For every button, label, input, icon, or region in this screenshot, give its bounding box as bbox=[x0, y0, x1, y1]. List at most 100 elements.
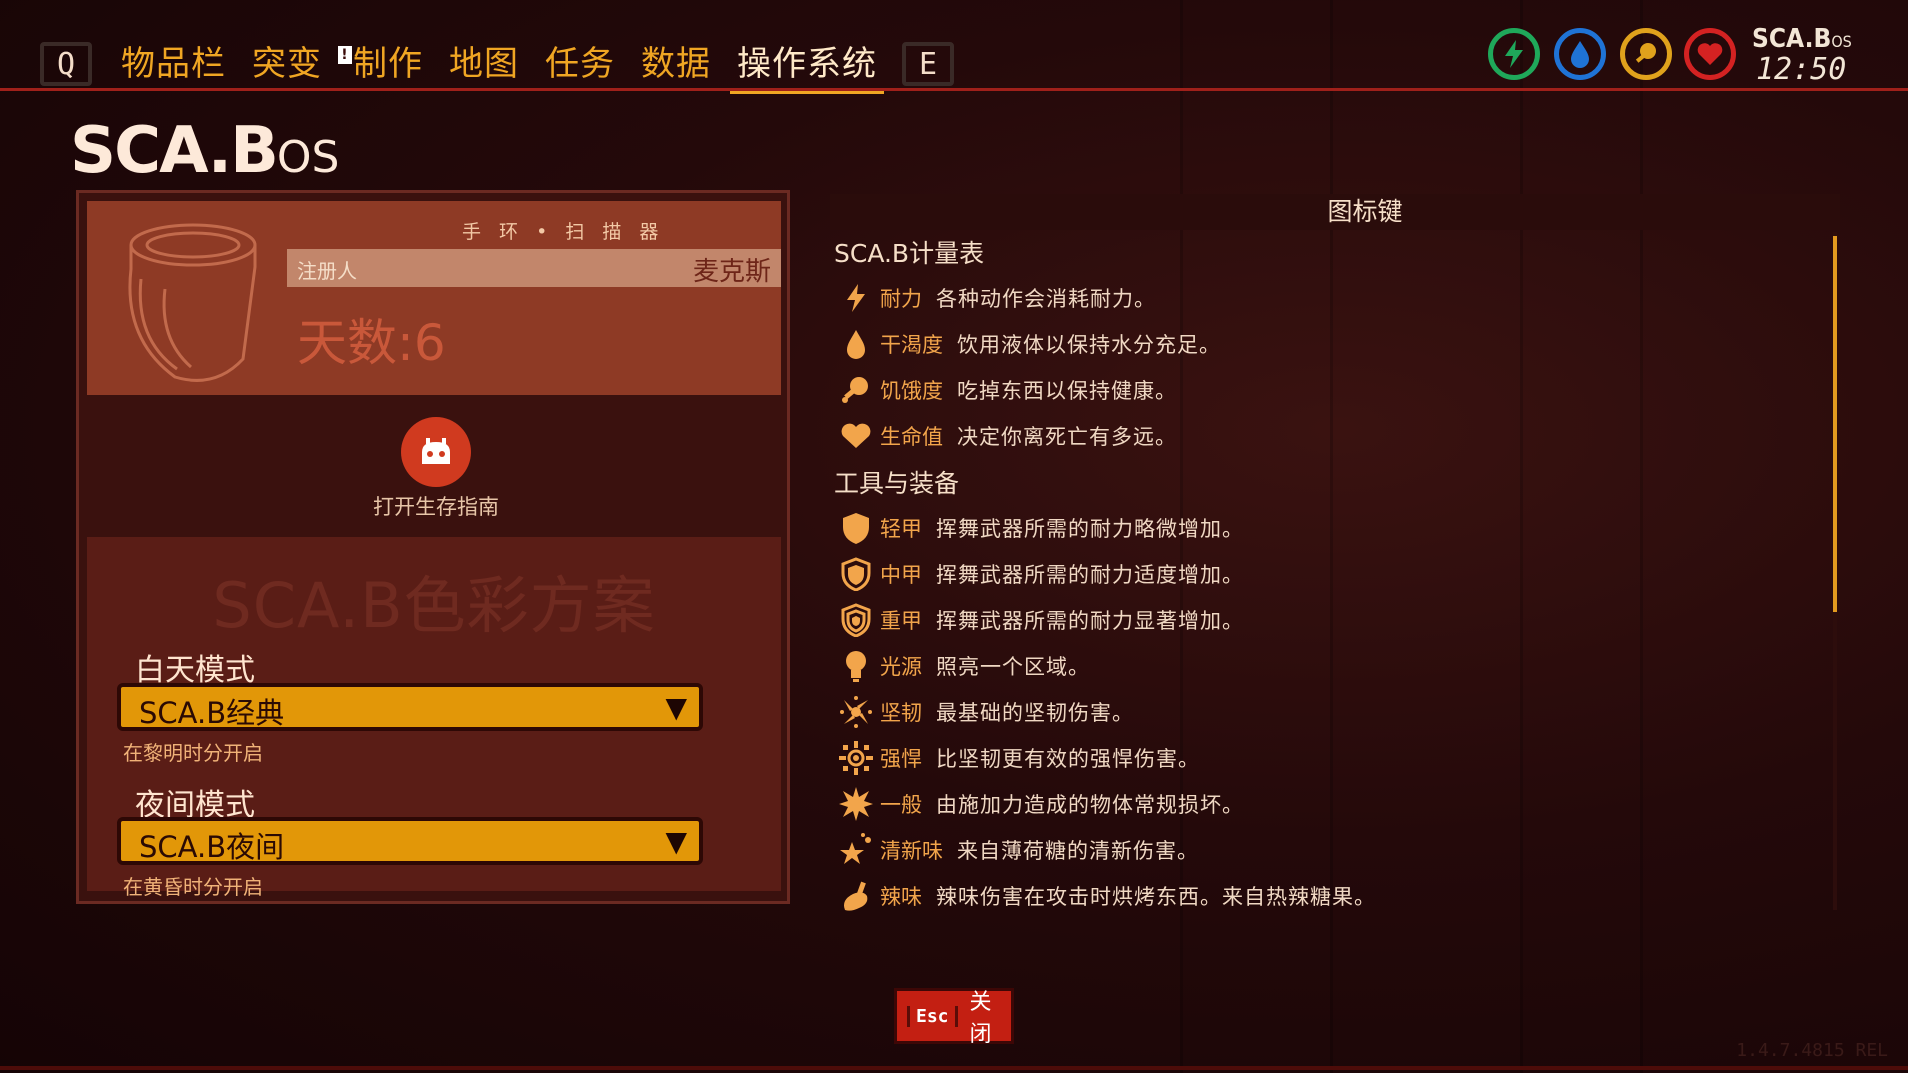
legend-title: 图标键 bbox=[1327, 197, 1403, 226]
light-armor-icon bbox=[836, 508, 876, 548]
legend-row: 坚韧 最基础的坚韧伤害。 bbox=[836, 692, 1134, 732]
device-panel: 手 环 • 扫 描 器 注册人 麦克斯 天数:6 打开生存指南 SCA.B色彩方… bbox=[76, 190, 790, 904]
legend-row: 耐力 各种动作会消耗耐力。 bbox=[836, 278, 1156, 318]
section-meters: SCA.B计量表 bbox=[834, 239, 985, 268]
esc-key: Esc bbox=[907, 1005, 958, 1027]
light-source-icon bbox=[836, 646, 876, 686]
legend-row: 辣味 辣味伤害在攻击时烘烤东西。来自热辣糖果。 bbox=[836, 876, 1376, 916]
legend-term: 清新味 bbox=[880, 839, 943, 863]
tab-mutations[interactable]: 突变 bbox=[239, 40, 335, 90]
legend-row: 干渴度 饮用液体以保持水分充足。 bbox=[836, 324, 1221, 364]
legend-row: 清新味 来自薄荷糖的清新伤害。 bbox=[836, 830, 1199, 870]
legend-desc: 挥舞武器所需的耐力适度增加。 bbox=[936, 563, 1244, 587]
legend-header: 图标键 bbox=[830, 194, 1840, 230]
health-icon bbox=[1684, 28, 1736, 80]
night-mode-value: SCA.B夜间 bbox=[139, 830, 285, 864]
legend-desc: 挥舞武器所需的耐力显著增加。 bbox=[936, 609, 1244, 633]
day-mode-value: SCA.B经典 bbox=[139, 696, 285, 730]
close-button[interactable]: Esc 关闭 bbox=[894, 988, 1014, 1047]
tab-os[interactable]: 操作系统 bbox=[724, 40, 890, 94]
day-mode-hint: 在黎明时分开启 bbox=[123, 741, 263, 765]
legend-desc: 决定你离死亡有多远。 bbox=[957, 425, 1177, 449]
legend-desc: 照亮一个区域。 bbox=[936, 655, 1090, 679]
thirst-icon bbox=[1554, 28, 1606, 80]
tab-quests[interactable]: 任务 bbox=[532, 40, 628, 90]
legend-term: 生命值 bbox=[880, 425, 943, 449]
chevron-down-icon: ▼ bbox=[665, 691, 687, 724]
night-mode-hint: 在黄昏时分开启 bbox=[123, 875, 263, 899]
alert-badge: ! bbox=[338, 46, 352, 64]
close-label: 关闭 bbox=[969, 990, 992, 1047]
tab-crafting[interactable]: ! 制作 bbox=[335, 40, 436, 90]
legend-row: 强悍 比坚韧更有效的强悍伤害。 bbox=[836, 738, 1200, 778]
legend-term: 饥饿度 bbox=[880, 379, 943, 403]
top-divider bbox=[0, 88, 1908, 91]
bracelet-card: 手 环 • 扫 描 器 注册人 麦克斯 天数:6 bbox=[87, 201, 781, 395]
scroll-thumb[interactable] bbox=[1833, 236, 1837, 612]
color-scheme-card: SCA.B色彩方案 白天模式 SCA.B经典 ▼ 在黎明时分开启 夜间模式 SC… bbox=[87, 537, 781, 899]
night-mode-dropdown[interactable]: SCA.B夜间 ▼ bbox=[117, 817, 703, 865]
bottom-divider bbox=[0, 1066, 1908, 1070]
os-logo: SCA.BOS bbox=[1752, 24, 1852, 54]
legend-row: 轻甲 挥舞武器所需的耐力略微增加。 bbox=[836, 508, 1244, 548]
legend-term: 坚韧 bbox=[880, 701, 922, 725]
legend-desc: 最基础的坚韧伤害。 bbox=[936, 701, 1134, 725]
survival-guide-label[interactable]: 打开生存指南 bbox=[79, 491, 793, 521]
stamina-icon bbox=[1488, 28, 1540, 80]
tab-data[interactable]: 数据 bbox=[628, 40, 724, 90]
legend-row: 光源 照亮一个区域。 bbox=[836, 646, 1090, 686]
legend-desc: 比坚韧更有效的强悍伤害。 bbox=[936, 747, 1200, 771]
legend-row: 生命值 决定你离死亡有多远。 bbox=[836, 416, 1177, 456]
legend-term: 重甲 bbox=[880, 609, 922, 633]
tab-map[interactable]: 地图 bbox=[436, 40, 532, 90]
prev-tab-key[interactable]: Q bbox=[40, 42, 92, 86]
legend-term: 耐力 bbox=[880, 287, 922, 311]
legend-desc: 吃掉东西以保持健康。 bbox=[957, 379, 1177, 403]
guide-robot-icon bbox=[422, 438, 450, 464]
days-counter: 天数:6 bbox=[297, 314, 446, 372]
hunger-icon bbox=[836, 370, 876, 410]
legend-desc: 来自薄荷糖的清新伤害。 bbox=[957, 839, 1199, 863]
registrant-row: 注册人 麦克斯 bbox=[287, 249, 781, 287]
registrant-label: 注册人 bbox=[297, 259, 357, 283]
bracelet-icon bbox=[128, 223, 257, 382]
legend-desc: 由施加力造成的物体常规损坏。 bbox=[936, 793, 1244, 817]
legend-term: 干渴度 bbox=[880, 333, 943, 357]
strong-damage-icon bbox=[836, 738, 876, 778]
top-bar: Q 物品栏 突变 ! 制作 地图 任务 数据 操作系统 E SCA.BOS 12… bbox=[0, 0, 1908, 96]
legend-row: 重甲 挥舞武器所需的耐力显著增加。 bbox=[836, 600, 1244, 640]
stamina-icon bbox=[836, 278, 876, 318]
legend-row: 一般 由施加力造成的物体常规损坏。 bbox=[836, 784, 1244, 824]
tough-damage-icon bbox=[836, 692, 876, 732]
legend-term: 强悍 bbox=[880, 747, 922, 771]
version-text: 1.4.7.4815 REL bbox=[1736, 1040, 1888, 1061]
bracelet-title: 手 环 • 扫 描 器 bbox=[462, 221, 665, 243]
legend-desc: 各种动作会消耗耐力。 bbox=[936, 287, 1156, 311]
legend-scrollbar[interactable] bbox=[1833, 232, 1837, 910]
medium-armor-icon bbox=[836, 554, 876, 594]
legend-term: 中甲 bbox=[880, 563, 922, 587]
tab-inventory[interactable]: 物品栏 bbox=[108, 40, 239, 90]
health-icon bbox=[836, 416, 876, 456]
main-nav: Q 物品栏 突变 ! 制作 地图 任务 数据 操作系统 E bbox=[40, 40, 954, 94]
heavy-armor-icon bbox=[836, 600, 876, 640]
next-tab-key[interactable]: E bbox=[902, 42, 954, 86]
legend-desc: 挥舞武器所需的耐力略微增加。 bbox=[936, 517, 1244, 541]
legend-term: 辣味 bbox=[880, 885, 922, 909]
registrant-name: 麦克斯 bbox=[692, 257, 771, 287]
clock: 12:50 bbox=[1756, 52, 1847, 87]
legend-term: 一般 bbox=[880, 793, 922, 817]
legend-desc: 饮用液体以保持水分充足。 bbox=[957, 333, 1221, 357]
tab-crafting-label: 制作 bbox=[353, 44, 423, 84]
color-scheme-title: SCA.B色彩方案 bbox=[212, 569, 656, 642]
page-title: SCA.BOS bbox=[70, 114, 340, 188]
legend-term: 轻甲 bbox=[880, 517, 922, 541]
hunger-icon bbox=[1620, 28, 1672, 80]
legend-row: 饥饿度 吃掉东西以保持健康。 bbox=[836, 370, 1177, 410]
thirst-icon bbox=[836, 324, 876, 364]
day-mode-dropdown[interactable]: SCA.B经典 ▼ bbox=[117, 683, 703, 731]
chevron-down-icon: ▼ bbox=[665, 825, 687, 858]
section-gear: 工具与装备 bbox=[834, 469, 960, 498]
legend-desc: 辣味伤害在攻击时烘烤东西。来自热辣糖果。 bbox=[936, 885, 1376, 909]
survival-guide-button[interactable] bbox=[401, 417, 471, 487]
